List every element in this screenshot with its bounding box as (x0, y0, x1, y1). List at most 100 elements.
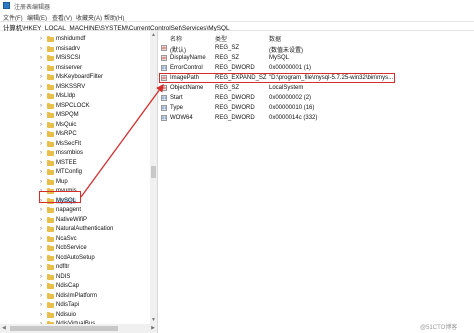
tree-item[interactable]: › napagent (0, 206, 150, 216)
scroll-left-icon[interactable]: ◀ (2, 325, 6, 331)
tree-item[interactable]: › MSTEE (0, 159, 150, 169)
value-row[interactable]: DisplayName REG_SZ MySQL (158, 53, 474, 63)
chevron-right-icon[interactable]: › (40, 236, 42, 242)
tree-item[interactable]: › NdisImPlatform (0, 292, 150, 302)
scroll-thumb-horizontal[interactable] (10, 326, 118, 331)
chevron-right-icon[interactable]: › (40, 93, 42, 99)
tree-item[interactable]: › MSKSSRV (0, 83, 150, 93)
tree-item-label: MSPQM (56, 112, 79, 118)
value-row[interactable]: ObjectName REG_SZ LocalSystem (158, 83, 474, 93)
value-data: 0x00000002 (2) (269, 95, 312, 101)
tree-item[interactable]: › NdisCap (0, 282, 150, 292)
tree-item[interactable]: › MSPCLOCK (0, 102, 150, 112)
chevron-right-icon[interactable]: › (40, 179, 42, 185)
chevron-right-icon[interactable]: › (40, 264, 42, 270)
value-list: 名称 类型 数据 (默认)REG_SZ(数值未设置)DisplayName REG… (158, 31, 474, 333)
tree-item[interactable]: › msisadrv (0, 45, 150, 55)
tree-item[interactable]: › NcaSvc (0, 235, 150, 245)
chevron-right-icon[interactable]: › (40, 312, 42, 318)
tree-item[interactable]: › MsQuic (0, 121, 150, 131)
chevron-right-icon[interactable]: › (40, 160, 42, 166)
tree-item[interactable]: › MSiSCSI (0, 54, 150, 64)
chevron-right-icon[interactable]: › (40, 207, 42, 213)
chevron-right-icon[interactable]: › (40, 141, 42, 147)
chevron-right-icon[interactable]: › (40, 46, 42, 52)
tree-item[interactable]: › MsKeyboardFilter (0, 73, 150, 83)
tree-item[interactable]: › MSPQM (0, 111, 150, 121)
value-name: ErrorControl (170, 65, 203, 71)
chevron-right-icon[interactable]: › (40, 84, 42, 90)
tree-item-label: mshidumdf (56, 36, 86, 42)
folder-icon (47, 207, 54, 213)
tree-item[interactable]: › mssmbios (0, 149, 150, 159)
chevron-right-icon[interactable]: › (40, 245, 42, 251)
tree-item-label: MsKeyboardFilter (56, 74, 104, 80)
tree-item[interactable]: › NcbService (0, 244, 150, 254)
key-tree[interactable]: › mshidumdf › msisadrv › MSiSCSI › msiserver › Ms… (0, 31, 157, 333)
tree-item[interactable]: › Mup (0, 178, 150, 188)
value-name: Type (170, 105, 184, 111)
string-value-icon (161, 85, 167, 91)
chevron-right-icon[interactable]: › (40, 112, 42, 118)
tree-item-label: mssmbios (56, 150, 84, 156)
chevron-right-icon[interactable]: › (40, 274, 42, 280)
value-row[interactable]: Start REG_DWORD 0x00000002 (2) (158, 93, 474, 103)
chevron-right-icon[interactable]: › (40, 131, 42, 137)
chevron-right-icon[interactable]: › (40, 55, 42, 61)
tree-item[interactable]: › NDIS (0, 273, 150, 283)
folder-icon (47, 112, 54, 118)
chevron-right-icon[interactable]: › (40, 36, 42, 42)
value-row[interactable]: ImagePath REG_EXPAND_SZ"D:\program_file\m… (158, 73, 474, 83)
folder-icon (47, 216, 54, 223)
chevron-right-icon[interactable]: › (40, 150, 42, 156)
chevron-right-icon[interactable]: › (40, 217, 42, 223)
value-name: WOW64 (170, 115, 193, 121)
value-name: DisplayName (170, 55, 206, 61)
column-header-data[interactable]: 数据 (269, 34, 281, 43)
scroll-thumb[interactable] (151, 166, 156, 178)
column-header-name[interactable]: 名称 (170, 34, 182, 43)
tree-item[interactable]: › msiserver (0, 64, 150, 74)
tree-item[interactable]: › MsLldp (0, 92, 150, 102)
chevron-right-icon[interactable]: › (40, 283, 42, 289)
scroll-right-icon[interactable]: ▶ (151, 325, 155, 331)
address-bar[interactable]: 计算机\HKEY_LOCAL_MACHINE\SYSTEM\CurrentCon… (0, 21, 474, 32)
chevron-right-icon[interactable]: › (40, 293, 42, 299)
tree-item[interactable]: › NcdAutoSetup (0, 254, 150, 264)
value-type: REG_SZ (215, 55, 240, 61)
scroll-up-icon[interactable]: ▲ (151, 32, 156, 38)
value-data: MySQL (269, 55, 290, 61)
value-row[interactable]: ErrorControl REG_DWORD 0x00000001 (1) (158, 63, 474, 73)
tree-item[interactable]: › Ndisuio (0, 311, 150, 321)
tree-vertical-scrollbar[interactable]: ▲ ▼ (150, 31, 157, 324)
chevron-right-icon[interactable]: › (40, 302, 42, 308)
value-row[interactable]: WOW64 REG_DWORD 0x0000014c (332) (158, 113, 474, 123)
tree-item[interactable]: › mshidumdf (0, 35, 150, 45)
folder-icon (47, 121, 54, 128)
value-type: REG_DWORD (215, 65, 255, 71)
tree-horizontal-scrollbar[interactable]: ◀ ▶ (0, 324, 157, 333)
value-row[interactable]: Type REG_DWORD 0x00000010 (16) (158, 103, 474, 113)
chevron-right-icon[interactable]: › (40, 74, 42, 80)
tree-item[interactable]: › NdisTapi (0, 301, 150, 311)
chevron-right-icon[interactable]: › (40, 226, 42, 232)
tree-item[interactable]: › MTConfig (0, 168, 150, 178)
chevron-right-icon[interactable]: › (40, 122, 42, 128)
tree-item[interactable]: › NativeWifiP (0, 216, 150, 226)
tree-item[interactable]: › MsRPC (0, 130, 150, 140)
value-name: ImagePath (170, 75, 200, 81)
chevron-right-icon[interactable]: › (40, 169, 42, 175)
value-row[interactable]: (默认)REG_SZ(数值未设置) (158, 43, 474, 54)
column-header-type[interactable]: 类型 (215, 34, 227, 43)
chevron-right-icon[interactable]: › (40, 255, 42, 261)
folder-icon (47, 159, 54, 166)
tree-item-label: MSKSSRV (56, 83, 86, 90)
tree-item[interactable]: › NaturalAuthentication (0, 225, 150, 235)
tree-item-label: napagent (56, 207, 82, 213)
scroll-down-icon[interactable]: ▼ (151, 317, 156, 323)
chevron-right-icon[interactable]: › (40, 65, 42, 71)
chevron-right-icon[interactable]: › (40, 103, 42, 109)
menu-bar: 文件(F) 编辑(E) 查看(V) 收藏夹(A) 帮助(H) (0, 11, 474, 22)
tree-item[interactable]: › ndfltr (0, 263, 150, 273)
tree-item[interactable]: › MsSecFlt (0, 140, 150, 150)
